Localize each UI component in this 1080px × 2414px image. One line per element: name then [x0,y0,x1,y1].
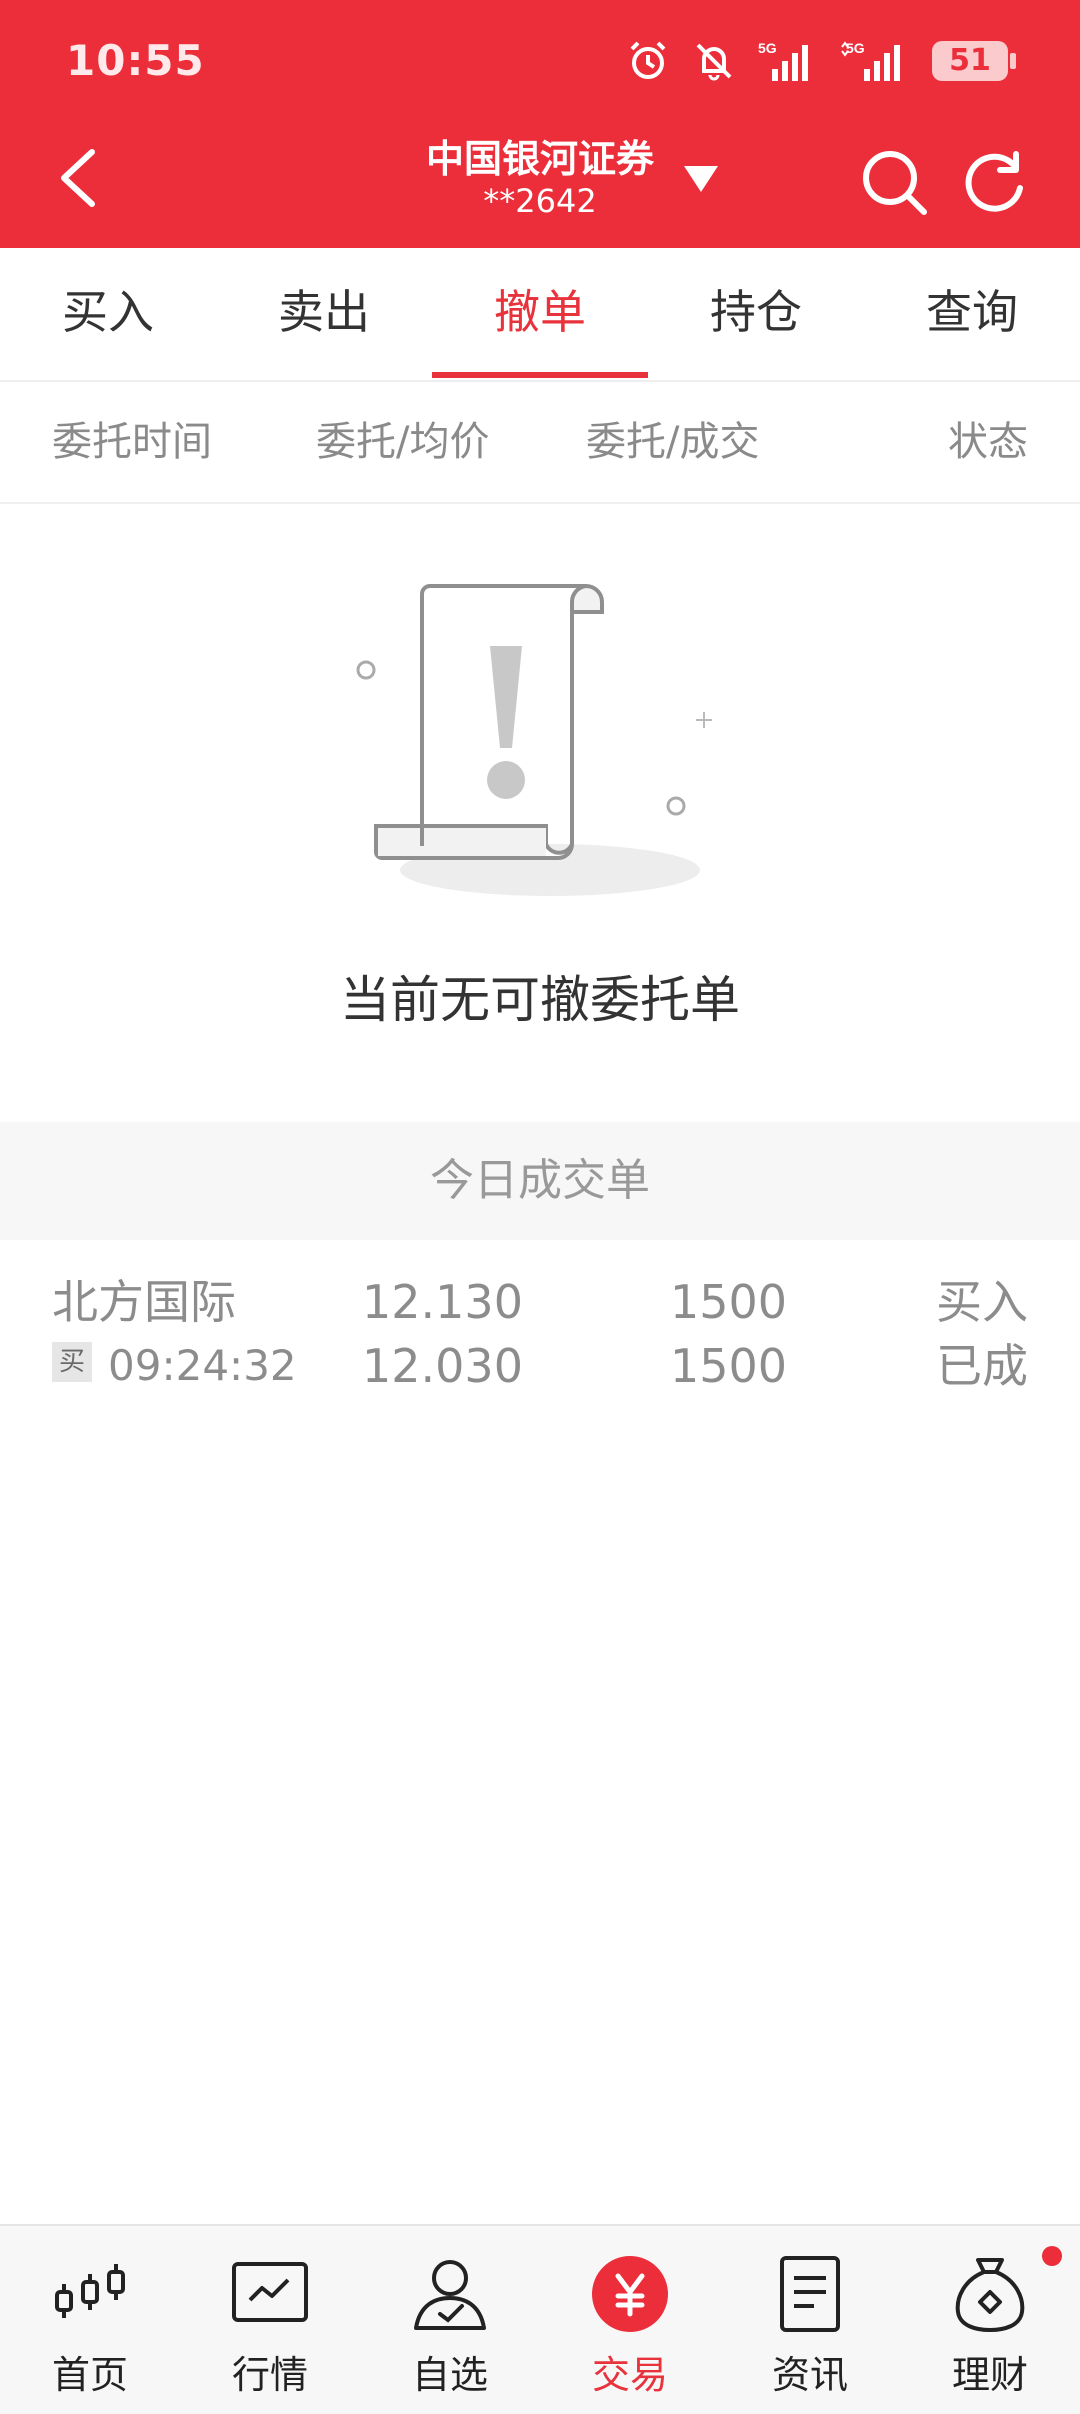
today-trades-header: 今日成交单 [0,1122,1080,1240]
nav-watchlist-label: 自选 [411,2353,488,2397]
refresh-icon[interactable] [958,146,1030,218]
avg-price: 12.030 [362,1339,523,1393]
nav-trade[interactable]: 交易 [540,2226,720,2414]
order-quantity: 1500 [670,1275,788,1329]
alarm-icon [630,41,666,79]
column-order-time: 委托时间 [52,419,212,465]
bell-off-icon [696,43,732,81]
yen-icon [592,2256,668,2332]
nav-home-label: 首页 [51,2353,128,2397]
trade-row[interactable]: 北方国际 买 09:24:32 12.130 12.030 1500 1500 … [0,1240,1080,1400]
buy-badge: 买 [52,1342,92,1382]
order-price: 12.130 [362,1275,523,1329]
filled-quantity: 1500 [670,1339,788,1393]
nav-watchlist[interactable]: 自选 [360,2226,540,2414]
tab-query[interactable]: 查询 [864,248,1080,380]
5g-signal-icon: 5G [841,40,900,81]
nav-market[interactable]: 行情 [180,2226,360,2414]
empty-state-message: 当前无可撤委托单 [340,971,740,1029]
battery-indicator: 51 [932,41,1016,81]
bottom-navigation: 首页 行情 自选 交易 资讯 理财 [0,2224,1080,2414]
money-bag-icon [955,2258,1025,2333]
nav-wealth[interactable]: 理财 [900,2226,1080,2414]
status-icons: 5G 5G 51 [626,36,1016,86]
trade-time: 09:24:32 [108,1341,297,1390]
trade-status: 已成 [936,1339,1028,1393]
today-trades-title: 今日成交单 [430,1155,650,1206]
order-column-headers: 委托时间 委托/均价 委托/成交 状态 [0,382,1080,504]
trade-direction: 买入 [936,1275,1028,1329]
user-check-icon [414,2260,486,2330]
chart-trend-icon [232,2262,308,2322]
document-icon [780,2256,840,2332]
search-icon[interactable] [858,146,930,218]
svg-text:5G: 5G [758,40,777,56]
candlestick-icon [55,2264,125,2318]
dropdown-icon[interactable] [684,166,718,192]
trade-tabs: 买入 卖出 撤单 持仓 查询 [0,248,1080,382]
tab-buy[interactable]: 买入 [0,248,216,380]
nav-home[interactable]: 首页 [0,2226,180,2414]
tab-cancel-order[interactable]: 撤单 [432,248,648,380]
nav-news[interactable]: 资讯 [720,2226,900,2414]
stock-name: 北方国际 [52,1275,236,1329]
column-order-qty: 委托/成交 [586,419,760,465]
empty-document-icon [356,584,712,896]
notification-dot [1042,2246,1062,2266]
nav-news-label: 资讯 [771,2353,848,2397]
nav-market-label: 行情 [231,2353,308,2397]
tab-positions[interactable]: 持仓 [648,248,864,380]
5g-signal-icon: 5G [758,40,808,81]
nav-trade-label: 交易 [591,2353,668,2397]
column-status: 状态 [948,419,1028,465]
header-bar: 10:55 5G 5G 51 中国银河证券 **2642 [0,0,1080,248]
status-time: 10:55 [66,36,205,85]
column-order-price: 委托/均价 [316,419,490,465]
active-tab-indicator [432,372,648,378]
tab-sell[interactable]: 卖出 [216,248,432,380]
svg-text:5G: 5G [846,40,865,56]
nav-wealth-label: 理财 [951,2353,1028,2397]
